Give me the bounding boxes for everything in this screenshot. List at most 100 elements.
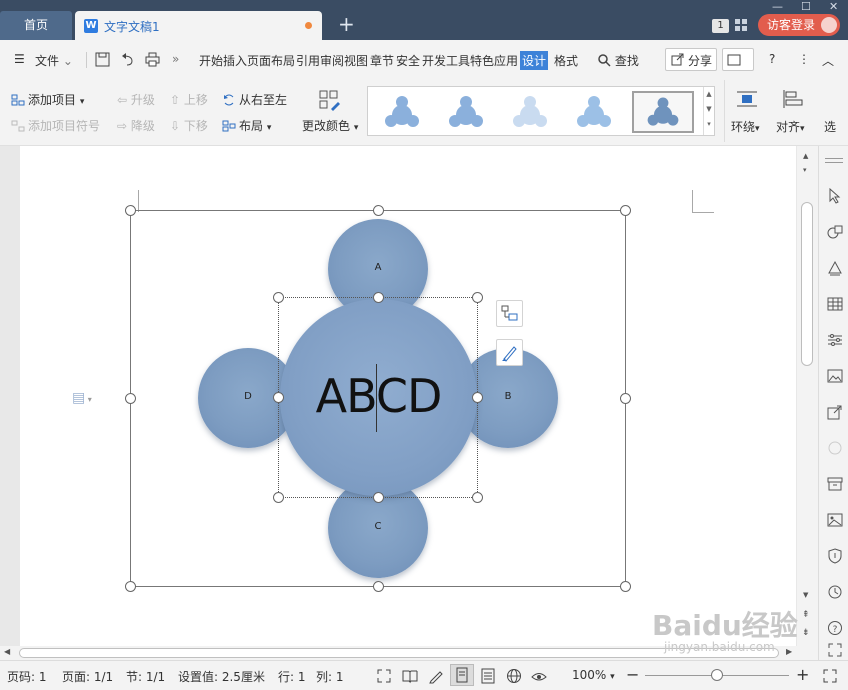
- minimize-icon[interactable]: —: [772, 0, 783, 13]
- shield-icon[interactable]: [827, 548, 843, 564]
- tab-home[interactable]: 首页: [0, 11, 72, 40]
- tab-references[interactable]: 引用: [296, 52, 320, 69]
- zoom-in-button[interactable]: +: [796, 665, 809, 684]
- layout-options-button[interactable]: [496, 300, 523, 327]
- resize-handle[interactable]: [472, 492, 483, 503]
- window-count-badge[interactable]: 1: [712, 19, 729, 33]
- style-option-4[interactable]: [564, 91, 624, 133]
- promote-button[interactable]: ⇦ 升级: [117, 91, 155, 108]
- zoom-slider-knob[interactable]: [711, 669, 723, 681]
- undo-icon[interactable]: [120, 52, 135, 70]
- zoom-out-button[interactable]: −: [626, 665, 639, 684]
- collapse-ribbon-icon[interactable]: ︿: [822, 52, 834, 69]
- resize-handle[interactable]: [620, 581, 631, 592]
- resize-handle[interactable]: [472, 392, 483, 403]
- style-option-1[interactable]: [372, 91, 432, 133]
- save-icon[interactable]: [95, 52, 110, 70]
- tab-security[interactable]: 安全: [396, 52, 420, 69]
- tab-features[interactable]: 特色应用: [470, 52, 518, 69]
- style-option-2[interactable]: [436, 91, 496, 133]
- help-circle-icon[interactable]: ?: [827, 620, 843, 636]
- move-down-button[interactable]: ⇩ 下移: [170, 117, 208, 134]
- pen-icon[interactable]: [428, 668, 444, 684]
- tab-page-layout[interactable]: 页面布局: [247, 52, 295, 69]
- tab-start[interactable]: 开始: [199, 52, 223, 69]
- table-icon[interactable]: [827, 296, 843, 312]
- style-option-3[interactable]: [500, 91, 560, 133]
- expand-icon[interactable]: [827, 642, 843, 658]
- guest-login-button[interactable]: 访客登录: [758, 14, 840, 36]
- vertical-scrollbar[interactable]: ▲ ▾ ▼ ⇞ ⇟: [797, 146, 818, 646]
- shapes-icon[interactable]: [827, 224, 843, 240]
- share-button[interactable]: 分享: [665, 48, 717, 71]
- reading-mode-icon[interactable]: [402, 668, 418, 684]
- cursor-icon[interactable]: [827, 188, 843, 204]
- print-icon[interactable]: [145, 52, 160, 70]
- wrap-icon[interactable]: [736, 89, 758, 112]
- tab-view[interactable]: 视图: [344, 52, 368, 69]
- wrap-button[interactable]: 环绕▾: [731, 118, 760, 135]
- resize-handle[interactable]: [620, 205, 631, 216]
- apps-grid-icon[interactable]: [735, 17, 749, 33]
- select-button[interactable]: 选: [824, 118, 836, 135]
- hamburger-icon[interactable]: ☰: [14, 52, 25, 66]
- resize-handle[interactable]: [125, 581, 136, 592]
- tab-format[interactable]: 格式: [554, 52, 578, 69]
- more-icon[interactable]: ⋮: [798, 52, 810, 66]
- setting-value[interactable]: 设置值: 2.5厘米: [178, 668, 265, 685]
- layout-dropdown[interactable]: [722, 48, 754, 71]
- resize-handle[interactable]: [472, 292, 483, 303]
- resize-handle[interactable]: [273, 392, 284, 403]
- add-bullet-button[interactable]: 添加项目符号: [11, 117, 100, 134]
- outline-view-icon[interactable]: [480, 668, 496, 684]
- picture-icon[interactable]: [827, 368, 843, 384]
- eye-protection-icon[interactable]: [531, 668, 547, 684]
- tab-insert[interactable]: 插入: [223, 52, 247, 69]
- tab-section[interactable]: 章节: [370, 52, 394, 69]
- gallery-scroll[interactable]: ▲ ▼ ▾: [703, 87, 714, 135]
- style-brush-button[interactable]: [496, 339, 523, 366]
- right-to-left-button[interactable]: 从右至左: [222, 91, 287, 108]
- resize-handle[interactable]: [273, 292, 284, 303]
- change-color-button[interactable]: 更改颜色 ▾: [302, 117, 358, 134]
- styles-icon[interactable]: [827, 260, 843, 276]
- resize-handle[interactable]: [125, 393, 136, 404]
- archive-icon[interactable]: [827, 476, 843, 492]
- close-icon[interactable]: ✕: [829, 0, 838, 13]
- tab-document[interactable]: W 文字文稿1: [75, 11, 322, 40]
- resize-handle[interactable]: [273, 492, 284, 503]
- style-option-5-selected[interactable]: [632, 91, 694, 133]
- web-view-icon[interactable]: [506, 668, 522, 684]
- resize-handle[interactable]: [373, 205, 384, 216]
- image-icon[interactable]: [827, 512, 843, 528]
- history-icon[interactable]: [827, 584, 843, 600]
- help-icon[interactable]: ?: [769, 52, 775, 66]
- resize-handle[interactable]: [125, 205, 136, 216]
- tab-design[interactable]: 设计: [520, 51, 549, 70]
- page-number[interactable]: 页码: 1: [7, 668, 47, 685]
- file-menu[interactable]: 文件 ⌄: [35, 52, 73, 69]
- resize-handle[interactable]: [373, 581, 384, 592]
- move-up-button[interactable]: ⇧ 上移: [170, 91, 208, 108]
- layout-button[interactable]: 布局 ▾: [222, 117, 271, 134]
- vertical-scroll-thumb[interactable]: [801, 202, 813, 366]
- fullscreen-icon[interactable]: [376, 668, 392, 684]
- search-button[interactable]: 查找: [598, 52, 639, 69]
- paragraph-icon[interactable]: ▤ ▾: [72, 390, 92, 406]
- share-out-icon[interactable]: [827, 404, 843, 420]
- resize-handle[interactable]: [373, 492, 384, 503]
- tab-developer[interactable]: 开发工具: [422, 52, 470, 69]
- tab-review[interactable]: 审阅: [320, 52, 344, 69]
- settings-sliders-icon[interactable]: [827, 332, 843, 348]
- align-button[interactable]: 对齐▾: [776, 118, 805, 135]
- align-icon[interactable]: [782, 89, 804, 112]
- section-count[interactable]: 节: 1/1: [126, 668, 165, 685]
- new-tab-button[interactable]: +: [338, 13, 355, 35]
- demote-button[interactable]: ⇨ 降级: [117, 117, 155, 134]
- add-item-button[interactable]: 添加项目 ▾: [11, 91, 84, 108]
- maximize-icon[interactable]: ☐: [801, 0, 811, 13]
- change-color-icon[interactable]: [318, 89, 342, 116]
- recolor-icon[interactable]: [827, 440, 843, 456]
- zoom-level[interactable]: 100% ▾: [572, 668, 615, 682]
- fit-page-icon[interactable]: [822, 668, 838, 684]
